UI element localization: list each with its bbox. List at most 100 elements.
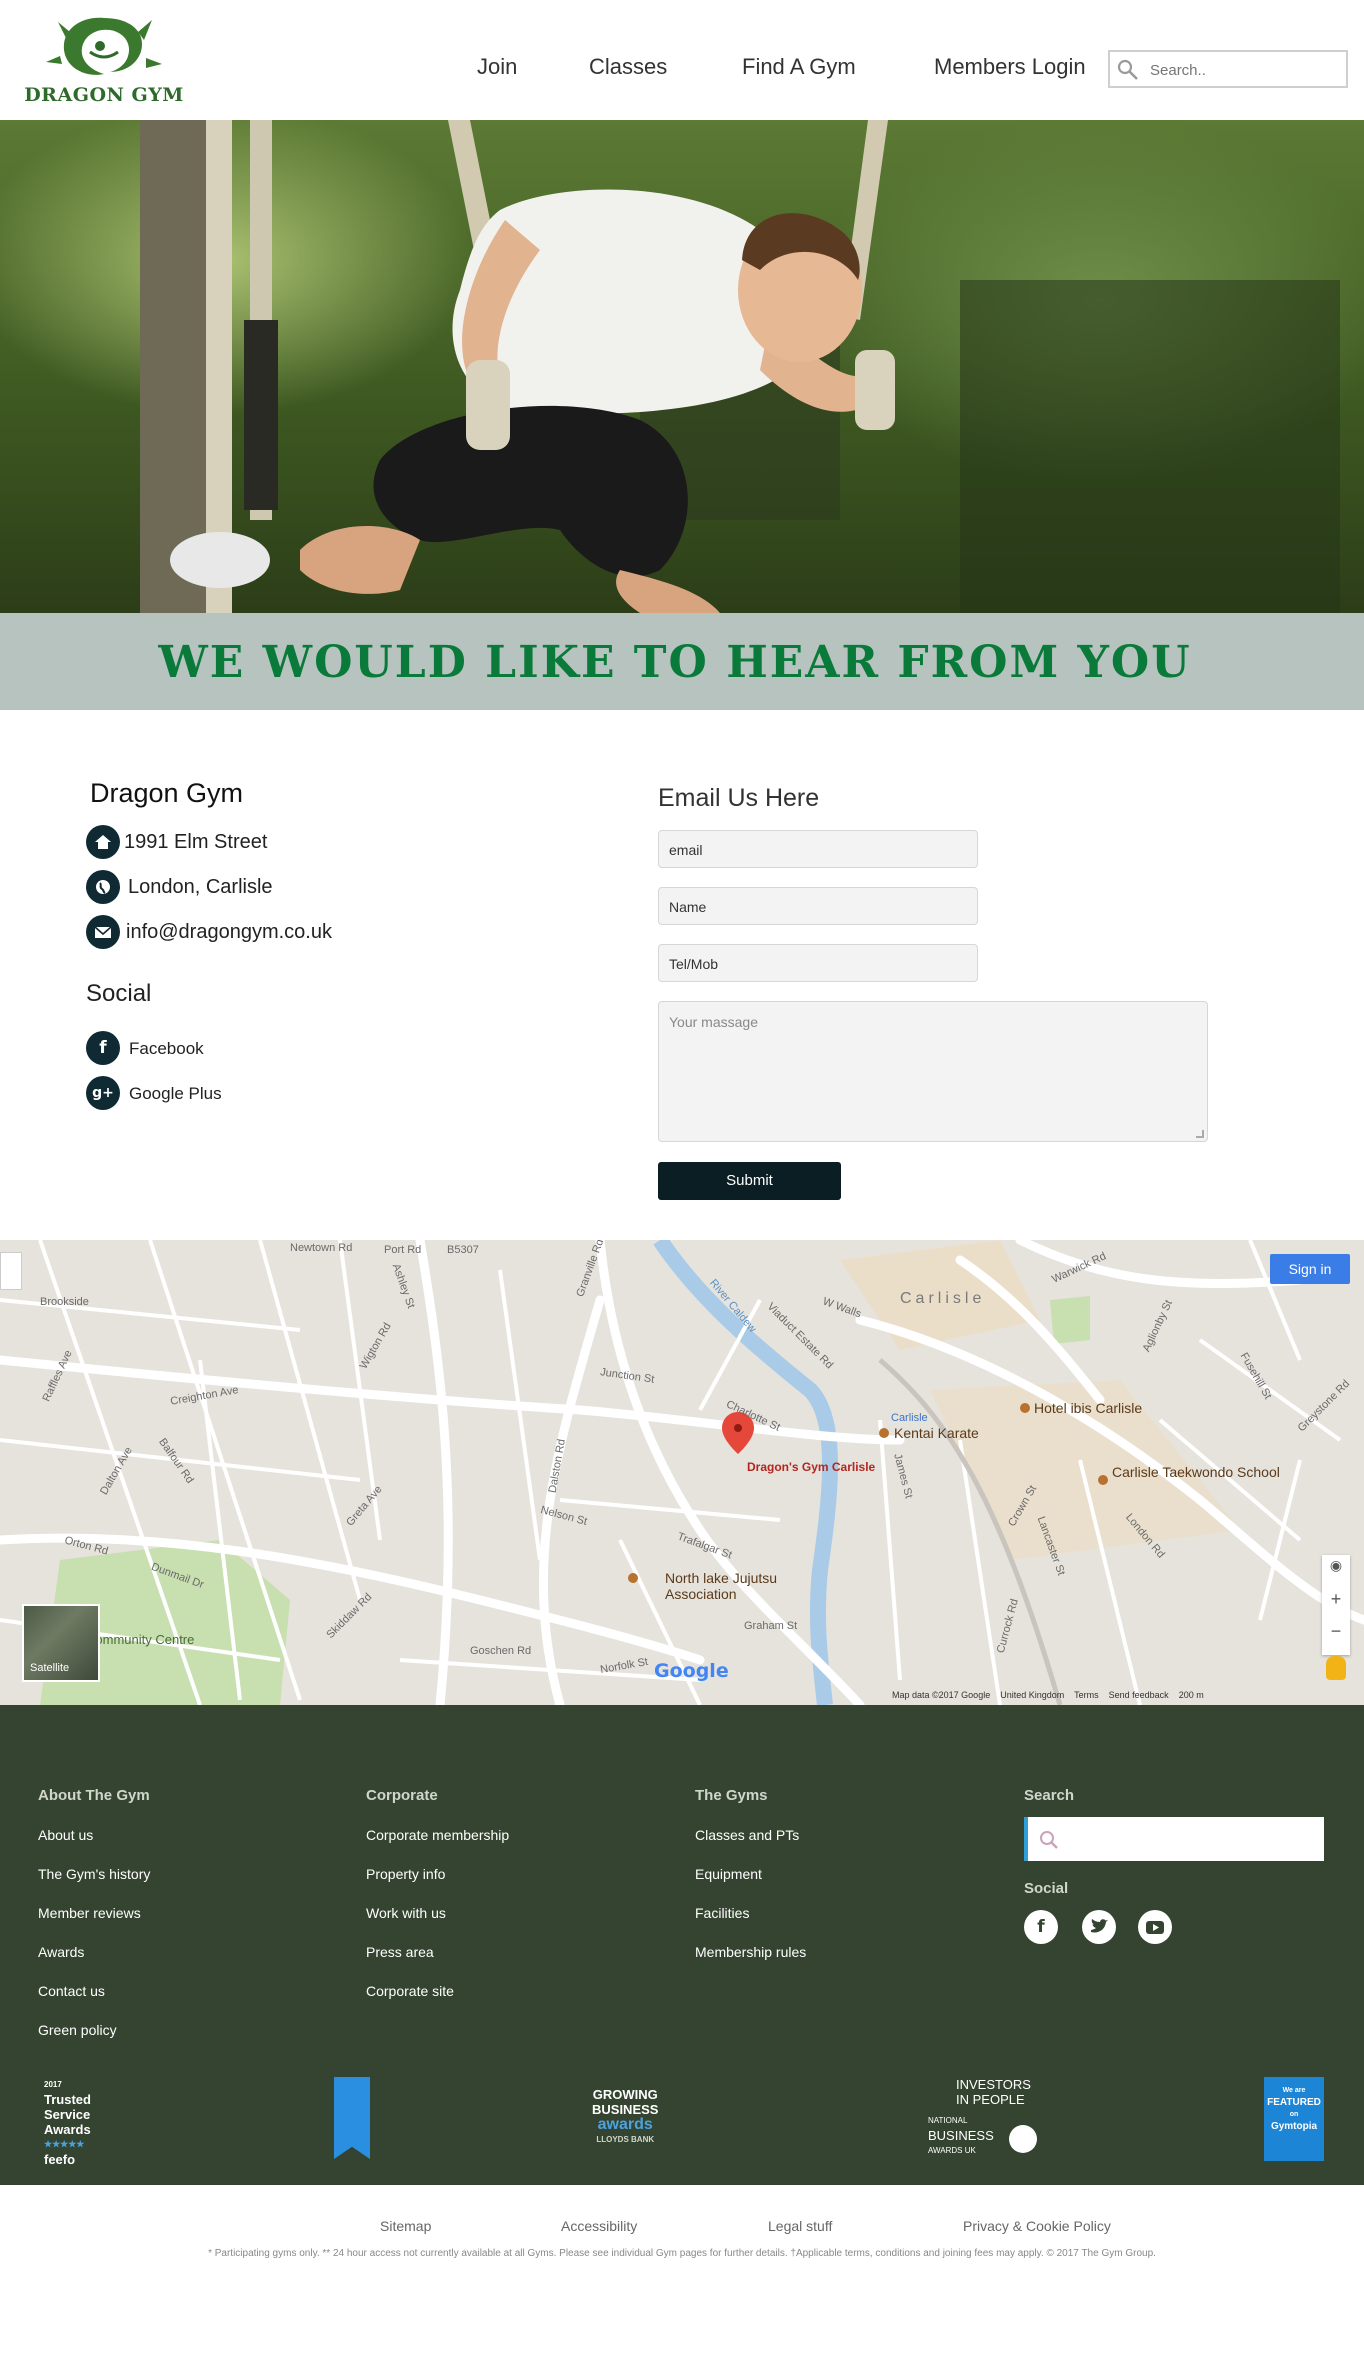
- footer-link[interactable]: Membership rules: [695, 1944, 806, 1960]
- contact-title: Dragon Gym: [90, 778, 244, 808]
- bottom-link-sitemap[interactable]: Sitemap: [380, 2218, 431, 2234]
- award-gymtopia[interactable]: We are FEATURED on Gymtopia: [1264, 2077, 1324, 2161]
- map-scale: 200 m: [1178, 1690, 1204, 1700]
- footer-link[interactable]: Equipment: [695, 1866, 762, 1882]
- map-station-label: Carlisle: [891, 1412, 928, 1424]
- footer-link[interactable]: About us: [38, 1827, 93, 1843]
- address-line2-row: London, Carlisle: [86, 870, 446, 904]
- youtube-icon[interactable]: [1138, 1910, 1172, 1944]
- map-zoom-out-button[interactable]: −: [1322, 1621, 1350, 1642]
- map-side-toggle[interactable]: [0, 1252, 22, 1290]
- google-logo: Google: [654, 1660, 729, 1682]
- award-ribbon-badge[interactable]: [334, 2077, 370, 2159]
- map-poi-jujutsu[interactable]: North lake Jujutsu Association: [665, 1570, 835, 1602]
- map-town-label: Carlisle: [900, 1290, 986, 1307]
- resize-handle[interactable]: [1196, 1130, 1204, 1138]
- footer-social-title: Social: [1024, 1880, 1069, 1897]
- home-icon: [86, 825, 120, 859]
- email-row[interactable]: info@dragongym.co.uk: [86, 915, 446, 949]
- logo-text: DRAGON GYM: [24, 84, 184, 106]
- map-satellite-toggle[interactable]: Satellite: [22, 1604, 100, 1682]
- facebook-icon[interactable]: f: [1024, 1910, 1058, 1944]
- map-street: Newtown Rd: [290, 1242, 353, 1254]
- footer-search-title: Search: [1024, 1787, 1075, 1804]
- header-search[interactable]: [1108, 50, 1348, 88]
- footer-link[interactable]: Work with us: [366, 1905, 446, 1921]
- footer-link[interactable]: Corporate site: [366, 1983, 454, 1999]
- facebook-row[interactable]: f Facebook: [86, 1031, 326, 1065]
- hero-image: [0, 120, 1364, 613]
- star-rating-icon: ★★★★★: [44, 2139, 85, 2149]
- mail-icon: [86, 915, 120, 949]
- google-plus-row[interactable]: g+ Google Plus: [86, 1076, 326, 1110]
- bottom-link-legal[interactable]: Legal stuff: [768, 2218, 832, 2234]
- footer-corporate-title: Corporate: [366, 1787, 438, 1804]
- map-locate-button[interactable]: ◉: [1322, 1557, 1350, 1574]
- footer-gyms-title: The Gyms: [695, 1787, 768, 1804]
- message-field-placeholder: Your massage: [669, 1014, 758, 1030]
- social-title: Social: [86, 980, 152, 1007]
- bottom-link-accessibility[interactable]: Accessibility: [561, 2218, 637, 2234]
- map-poi-taekwondo[interactable]: Carlisle Taekwondo School: [1112, 1464, 1302, 1480]
- footer-link[interactable]: Green policy: [38, 2022, 117, 2038]
- message-field[interactable]: Your massage: [658, 1001, 1208, 1142]
- name-field-placeholder: Name: [669, 899, 707, 915]
- map-feedback-link[interactable]: Send feedback: [1109, 1690, 1169, 1700]
- map-zoom-in-button[interactable]: +: [1322, 1589, 1350, 1610]
- award-feefo[interactable]: 2017 Trusted Service Awards ★★★★★ feefo: [44, 2077, 91, 2167]
- map-street: Brookside: [40, 1296, 89, 1308]
- google-plus-link[interactable]: Google Plus: [129, 1084, 222, 1104]
- logo[interactable]: DRAGON GYM: [16, 12, 192, 112]
- facebook-icon: f: [86, 1031, 120, 1065]
- footer-search-input[interactable]: [1024, 1817, 1324, 1861]
- twitter-icon[interactable]: [1082, 1910, 1116, 1944]
- email-link[interactable]: info@dragongym.co.uk: [126, 921, 332, 944]
- street-view-pegman-icon[interactable]: [1326, 1656, 1346, 1680]
- header-search-input[interactable]: [1150, 59, 1340, 81]
- map-satellite-label: Satellite: [30, 1662, 70, 1674]
- address-line1: 1991 Elm Street: [124, 831, 268, 853]
- name-field[interactable]: Name: [658, 887, 978, 925]
- facebook-link[interactable]: Facebook: [129, 1039, 204, 1059]
- site-header: DRAGON GYM Join Classes Find A Gym Membe…: [0, 0, 1364, 120]
- google-map[interactable]: Sign in Carlisle Dragon's Gym Carlisle H…: [0, 1240, 1364, 1705]
- footer-link[interactable]: Corporate membership: [366, 1827, 509, 1843]
- submit-button[interactable]: Submit: [658, 1162, 841, 1200]
- footer-disclaimer: * Participating gyms only. ** 24 hour ac…: [208, 2248, 1156, 2259]
- bottom-link-privacy[interactable]: Privacy & Cookie Policy: [963, 2218, 1111, 2234]
- map-pin-label[interactable]: Dragon's Gym Carlisle: [747, 1460, 875, 1474]
- nav-members-login[interactable]: Members Login: [934, 54, 1086, 80]
- map-sign-in-button[interactable]: Sign in: [1270, 1254, 1350, 1284]
- nav-classes[interactable]: Classes: [589, 54, 667, 80]
- footer-link[interactable]: Member reviews: [38, 1905, 141, 1921]
- phone-field-placeholder: Tel/Mob: [669, 956, 719, 972]
- footer-link[interactable]: Property info: [366, 1866, 445, 1882]
- map-attribution: Map data ©2017 Google United Kingdom Ter…: [892, 1690, 1204, 1700]
- nav-find-a-gym[interactable]: Find A Gym: [742, 54, 856, 80]
- phone-field[interactable]: Tel/Mob: [658, 944, 978, 982]
- form-title: Email Us Here: [658, 784, 820, 812]
- map-poi-hotel[interactable]: Hotel ibis Carlisle: [1034, 1400, 1142, 1416]
- award-circle-badge: [1009, 2125, 1037, 2153]
- footer-link[interactable]: Awards: [38, 1944, 84, 1960]
- map-terms-link[interactable]: Terms: [1074, 1690, 1099, 1700]
- hear-from-you-banner: WE WOULD LIKE TO HEAR FROM YOU: [0, 613, 1364, 710]
- map-street: Port Rd: [384, 1244, 422, 1256]
- google-plus-icon: g+: [86, 1076, 120, 1110]
- hero-photo-athlete: [140, 120, 1340, 613]
- banner-heading: WE WOULD LIKE TO HEAR FROM YOU: [158, 637, 1192, 688]
- map-zoom-controls[interactable]: ◉ + −: [1322, 1555, 1350, 1655]
- footer-link[interactable]: Facilities: [695, 1905, 749, 1921]
- email-field[interactable]: email: [658, 830, 978, 868]
- award-growing-business[interactable]: GROWING BUSINESS awards LLOYDS BANK: [592, 2087, 658, 2147]
- map-poi-kentai[interactable]: Kentai Karate: [894, 1425, 979, 1441]
- footer-link[interactable]: Classes and PTs: [695, 1827, 799, 1843]
- globe-icon: [86, 870, 120, 904]
- footer-link[interactable]: Press area: [366, 1944, 434, 1960]
- footer-link[interactable]: Contact us: [38, 1983, 105, 1999]
- footer-link[interactable]: The Gym's history: [38, 1866, 150, 1882]
- address-line2: London, Carlisle: [128, 876, 273, 898]
- search-icon: [1117, 59, 1138, 80]
- site-footer: About The Gym About us The Gym's history…: [0, 1705, 1364, 2185]
- nav-join[interactable]: Join: [477, 54, 517, 80]
